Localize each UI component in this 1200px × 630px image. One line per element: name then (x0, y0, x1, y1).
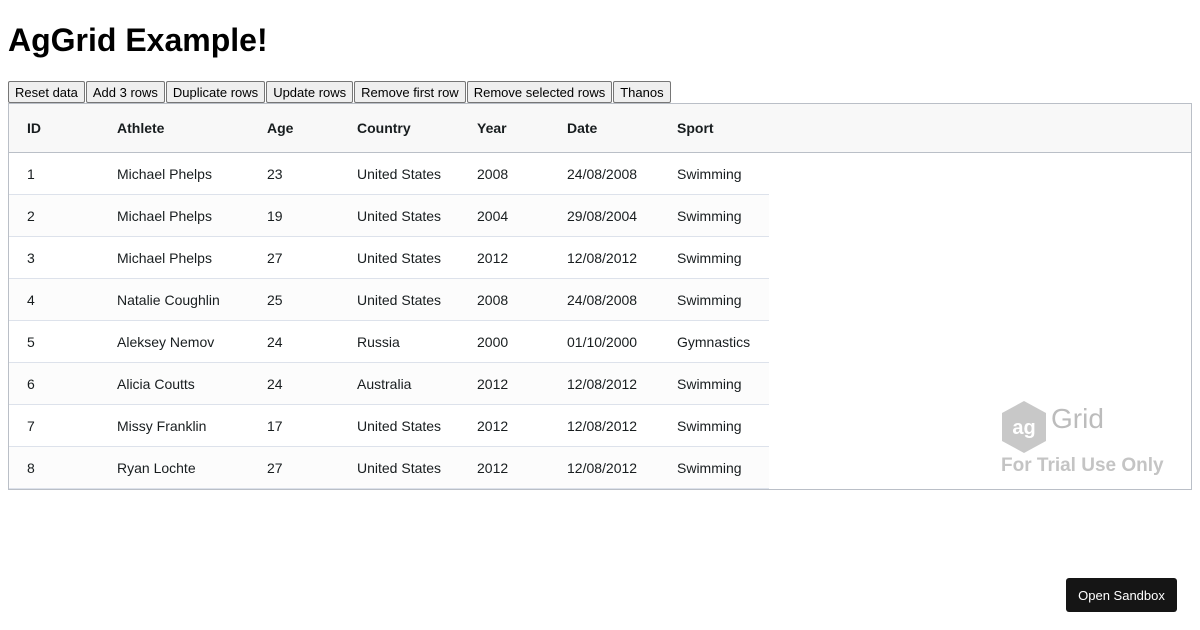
table-row[interactable]: 3 Michael Phelps 27 United States 2012 12/08/… (9, 237, 769, 279)
cell-country[interactable]: United States (357, 250, 441, 266)
cell-country[interactable]: United States (357, 166, 441, 182)
cell-year[interactable]: 2012 (477, 418, 508, 434)
cell-date[interactable]: 12/08/2012 (567, 376, 637, 392)
cell-year[interactable]: 2004 (477, 208, 508, 224)
cell-age[interactable]: 19 (267, 208, 283, 224)
cell-age[interactable]: 17 (267, 418, 283, 434)
cell-id[interactable]: 1 (27, 166, 35, 182)
logo-letters: ag (1012, 417, 1035, 439)
grid-header: ID Athlete Age Country Year Date Sport (9, 104, 1191, 153)
watermark-brand: Grid (1051, 403, 1104, 434)
cell-year[interactable]: 2000 (477, 334, 508, 350)
cell-athlete[interactable]: Aleksey Nemov (117, 334, 214, 350)
cell-age[interactable]: 25 (267, 292, 283, 308)
table-row[interactable]: 1 Michael Phelps 23 United States 2008 24/08/… (9, 153, 769, 195)
cell-athlete[interactable]: Alicia Coutts (117, 376, 195, 392)
cell-year[interactable]: 2008 (477, 166, 508, 182)
open-sandbox-button[interactable]: Open Sandbox (1066, 578, 1177, 612)
cell-athlete[interactable]: Natalie Coughlin (117, 292, 220, 308)
cell-date[interactable]: 12/08/2012 (567, 460, 637, 476)
update-rows-button[interactable]: Update rows (266, 81, 354, 103)
cell-sport[interactable]: Gymnastics (677, 334, 750, 350)
cell-id[interactable]: 2 (27, 208, 35, 224)
cell-id[interactable]: 6 (27, 376, 35, 392)
duplicate-rows-button[interactable]: Duplicate rows (165, 81, 266, 103)
toolbar: Reset data Add 3 rows Duplicate rows Upd… (8, 81, 672, 103)
cell-id[interactable]: 4 (27, 292, 35, 308)
cell-country[interactable]: Australia (357, 376, 411, 392)
cell-age[interactable]: 24 (267, 376, 283, 392)
cell-athlete[interactable]: Michael Phelps (117, 250, 212, 266)
cell-id[interactable]: 5 (27, 334, 35, 350)
cell-date[interactable]: 24/08/2008 (567, 292, 637, 308)
table-row[interactable]: 2 Michael Phelps 19 United States 2004 29/08/… (9, 195, 769, 237)
header-country[interactable]: Country (357, 120, 411, 136)
cell-athlete[interactable]: Michael Phelps (117, 208, 212, 224)
header-sport[interactable]: Sport (677, 120, 714, 136)
cell-sport[interactable]: Swimming (677, 166, 742, 182)
table-row[interactable]: 8 Ryan Lochte 27 United States 2012 12/08/201… (9, 447, 769, 489)
cell-sport[interactable]: Swimming (677, 376, 742, 392)
header-id[interactable]: ID (27, 120, 41, 136)
cell-country[interactable]: United States (357, 460, 441, 476)
page-title: AgGrid Example! (8, 22, 268, 58)
table-row[interactable]: 7 Missy Franklin 17 United States 2012 12/08/… (9, 405, 769, 447)
cell-year[interactable]: 2012 (477, 460, 508, 476)
ag-grid-logo-icon: ag (1002, 401, 1046, 453)
cell-age[interactable]: 27 (267, 250, 283, 266)
cell-athlete[interactable]: Michael Phelps (117, 166, 212, 182)
add-3-rows-button[interactable]: Add 3 rows (85, 81, 165, 103)
cell-id[interactable]: 8 (27, 460, 35, 476)
cell-athlete[interactable]: Missy Franklin (117, 418, 206, 434)
thanos-button[interactable]: Thanos (613, 81, 671, 103)
cell-athlete[interactable]: Ryan Lochte (117, 460, 196, 476)
table-row[interactable]: 4 Natalie Coughlin 25 United States 2008 24/0… (9, 279, 769, 321)
cell-id[interactable]: 7 (27, 418, 35, 434)
data-grid: ID Athlete Age Country Year Date Sport 1… (8, 103, 1192, 490)
cell-age[interactable]: 23 (267, 166, 283, 182)
remove-first-row-button[interactable]: Remove first row (354, 81, 466, 103)
cell-sport[interactable]: Swimming (677, 418, 742, 434)
reset-data-button[interactable]: Reset data (8, 81, 85, 103)
cell-sport[interactable]: Swimming (677, 250, 742, 266)
cell-country[interactable]: United States (357, 418, 441, 434)
cell-country[interactable]: United States (357, 292, 441, 308)
cell-date[interactable]: 12/08/2012 (567, 418, 637, 434)
cell-year[interactable]: 2008 (477, 292, 508, 308)
cell-age[interactable]: 24 (267, 334, 283, 350)
cell-sport[interactable]: Swimming (677, 208, 742, 224)
cell-country[interactable]: Russia (357, 334, 400, 350)
header-age[interactable]: Age (267, 120, 293, 136)
cell-age[interactable]: 27 (267, 460, 283, 476)
cell-date[interactable]: 01/10/2000 (567, 334, 637, 350)
header-athlete[interactable]: Athlete (117, 120, 164, 136)
cell-date[interactable]: 29/08/2004 (567, 208, 637, 224)
cell-country[interactable]: United States (357, 208, 441, 224)
trial-watermark: ag Grid For Trial Use Only (999, 399, 1174, 484)
remove-selected-rows-button[interactable]: Remove selected rows (466, 81, 613, 103)
table-row[interactable]: 5 Aleksey Nemov 24 Russia 2000 01/10/2000 Gymn… (9, 321, 769, 363)
cell-date[interactable]: 12/08/2012 (567, 250, 637, 266)
header-date[interactable]: Date (567, 120, 597, 136)
watermark-notice: For Trial Use Only (1001, 455, 1164, 476)
cell-sport[interactable]: Swimming (677, 460, 742, 476)
cell-sport[interactable]: Swimming (677, 292, 742, 308)
table-row[interactable]: 6 Alicia Coutts 24 Australia 2012 12/08/2012 S… (9, 363, 769, 405)
cell-year[interactable]: 2012 (477, 376, 508, 392)
cell-id[interactable]: 3 (27, 250, 35, 266)
cell-year[interactable]: 2012 (477, 250, 508, 266)
cell-date[interactable]: 24/08/2008 (567, 166, 637, 182)
header-year[interactable]: Year (477, 120, 507, 136)
